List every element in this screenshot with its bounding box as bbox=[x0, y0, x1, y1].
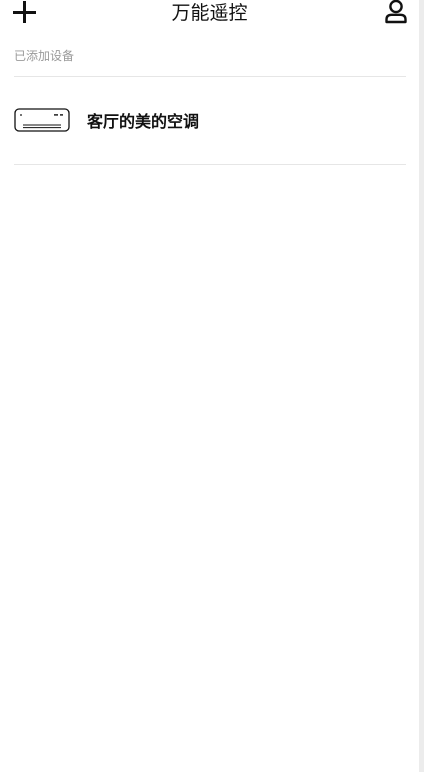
page-title: 万能遥控 bbox=[171, 2, 248, 24]
divider bbox=[14, 76, 406, 77]
section-label-added-devices: 已添加设备 bbox=[14, 49, 75, 63]
profile-button[interactable] bbox=[382, 0, 410, 26]
air-conditioner-icon bbox=[14, 108, 70, 134]
device-item[interactable]: 客厅的美的空调 bbox=[14, 78, 406, 164]
scrollbar[interactable] bbox=[419, 0, 424, 772]
app-screen: 万能遥控 已添加设备 客厅的美的空调 bbox=[0, 0, 424, 772]
plus-icon bbox=[13, 1, 36, 23]
top-bar: 万能遥控 bbox=[0, 0, 419, 26]
user-icon bbox=[385, 0, 407, 24]
add-device-button[interactable] bbox=[10, 0, 40, 26]
device-name: 客厅的美的空调 bbox=[87, 112, 200, 131]
divider bbox=[14, 164, 406, 165]
